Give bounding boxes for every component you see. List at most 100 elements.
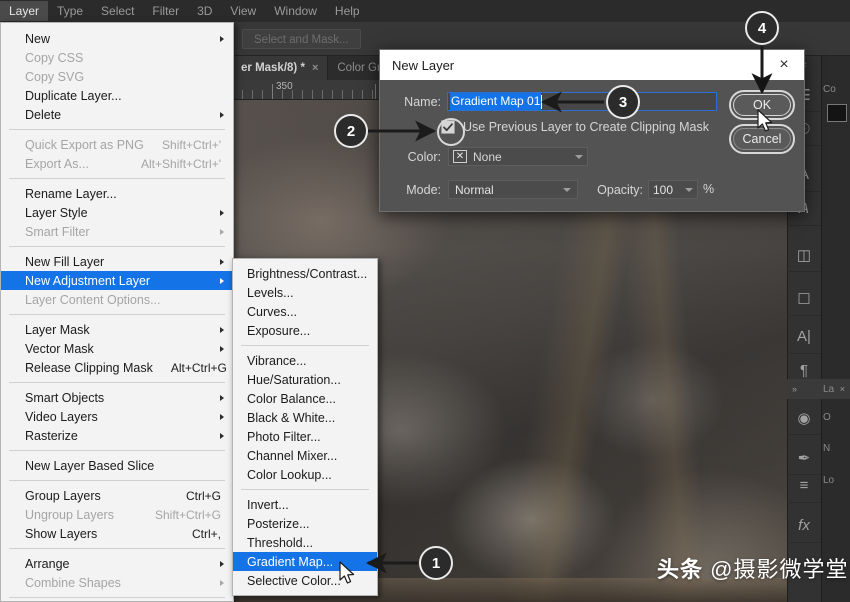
menu-item-layer-mask[interactable]: Layer Mask [1,320,233,339]
menu-item-new-layer-based-slice[interactable]: New Layer Based Slice [1,456,233,475]
menubar-item-type[interactable]: Type [48,1,92,21]
foreground-color-swatch[interactable] [827,104,847,122]
chevron-down-icon [563,187,571,192]
menu-item-copy-css[interactable]: Copy CSS [1,48,233,67]
chevron-right-icon [220,394,224,401]
chevron-right-icon [220,579,224,586]
menu-item-layer-content-options[interactable]: Layer Content Options... [1,290,233,309]
menu-item-combine-shapes[interactable]: Combine Shapes [1,573,233,592]
annotation-3: 3 [606,85,640,119]
menu-item-smart-objects[interactable]: Smart Objects [1,388,233,407]
menu-item-arrange[interactable]: Arrange [1,554,233,573]
menubar-item-window[interactable]: Window [265,1,326,21]
menu-item-label: Copy CSS [25,50,84,65]
chevron-right-icon [220,345,224,352]
clipping-mask-checkbox-row[interactable]: Use Previous Layer to Create Clipping Ma… [441,120,709,134]
menubar-item-3d[interactable]: 3D [188,1,221,21]
menu-item-ungroup-layers[interactable]: Ungroup Layers Shift+Ctrl+G [1,505,233,524]
menu-item-shortcut: Shift+Ctrl+G [154,507,221,522]
panel-expand-icon[interactable]: » [792,384,797,394]
menu-item-copy-svg[interactable]: Copy SVG [1,67,233,86]
menu-item-rasterize[interactable]: Rasterize [1,426,233,445]
menubar-item-select[interactable]: Select [92,1,143,21]
menubar-item-layer[interactable]: Layer [0,1,49,21]
chevron-right-icon [220,560,224,567]
cube-3d-icon[interactable]: ☐ [787,282,821,316]
blend-mode-select[interactable]: Normal [448,180,578,199]
menubar-item-help[interactable]: Help [326,1,369,21]
menu-separator [241,345,369,346]
close-icon[interactable]: × [312,62,318,74]
submenu-item-vibrance[interactable]: Vibrance... [233,351,377,370]
menu-item-shortcut: Ctrl+G [185,488,221,503]
align-A-icon[interactable]: A| [787,320,821,354]
submenu-item-exposure[interactable]: Exposure... [233,321,377,340]
menu-item-release-clipping-mask[interactable]: Release Clipping Mask Alt+Ctrl+G [1,358,233,377]
menu-item-label: Copy SVG [25,69,85,84]
submenu-item-invert[interactable]: Invert... [233,495,377,514]
adjustments-icon[interactable]: ◉ [787,401,821,435]
menubar-item-view[interactable]: View [221,1,265,21]
menu-item-group-layers[interactable]: Group Layers Ctrl+G [1,486,233,505]
menu-item-quick-export-png[interactable]: Quick Export as PNG Shift+Ctrl+' [1,135,233,154]
menu-bar: Layer Type Select Filter 3D View Window … [0,0,850,22]
menu-item-layer-style[interactable]: Layer Style [1,203,233,222]
layer-color-select[interactable]: ✕ None [448,147,588,166]
menu-item-duplicate-layer[interactable]: Duplicate Layer... [1,86,233,105]
submenu-item-color-balance[interactable]: Color Balance... [233,389,377,408]
close-icon[interactable]: × [772,53,796,77]
panel-close-icon[interactable]: × [840,384,845,394]
layer-menu: New Copy CSS Copy SVG Duplicate Layer...… [0,22,234,602]
submenu-item-hue-saturation[interactable]: Hue/Saturation... [233,370,377,389]
menu-item-new-fill-layer[interactable]: New Fill Layer [1,252,233,271]
menu-item-shortcut: Ctrl+, [191,526,221,541]
submenu-item-black-and-white[interactable]: Black & White... [233,408,377,427]
menu-item-label: Gradient Map... [247,554,334,569]
menu-item-label: Vibrance... [247,353,307,368]
menu-item-new[interactable]: New [1,29,233,48]
menubar-item-filter[interactable]: Filter [143,1,188,21]
dialog-title-bar[interactable]: New Layer × [380,50,804,80]
menu-item-smart-filter[interactable]: Smart Filter [1,222,233,241]
menu-item-rename-layer[interactable]: Rename Layer... [1,184,233,203]
menu-item-label: Posterize... [247,516,310,531]
panel-label-color: Co [823,84,836,95]
ruler-label: 350 [276,81,293,92]
menu-item-export-as[interactable]: Export As... Alt+Shift+Ctrl+' [1,154,233,173]
blend-mode-value: Normal [455,182,494,197]
select-and-mask-button[interactable]: Select and Mask... [242,29,361,49]
menu-item-label: Vector Mask [25,341,94,356]
menu-item-vector-mask[interactable]: Vector Mask [1,339,233,358]
menu-separator [9,178,225,179]
chevron-right-icon [220,432,224,439]
fx-icon[interactable]: fx [787,509,821,543]
opacity-input[interactable]: 100 [648,180,698,199]
submenu-item-curves[interactable]: Curves... [233,302,377,321]
submenu-item-levels[interactable]: Levels... [233,283,377,302]
submenu-item-channel-mixer[interactable]: Channel Mixer... [233,446,377,465]
levels-icon[interactable]: ≡ [787,469,821,503]
document-tab-active[interactable]: er Mask/8) * × [232,56,329,80]
menu-item-video-layers[interactable]: Video Layers [1,407,233,426]
document-tab-label: Color Gr [337,62,381,74]
submenu-item-color-lookup[interactable]: Color Lookup... [233,465,377,484]
menu-item-show-layers[interactable]: Show Layers Ctrl+, [1,524,233,543]
menu-item-delete[interactable]: Delete [1,105,233,124]
menu-item-label: Layer Content Options... [25,292,161,307]
layer-color-value: None [473,149,502,164]
menu-item-label: Group Layers [25,488,101,503]
menu-item-shortcut: Alt+Ctrl+G [170,360,227,375]
layer-name-input[interactable]: Gradient Map 01 [447,92,717,111]
menu-item-label: Black & White... [247,410,336,425]
menu-separator [241,489,369,490]
panel-label-normal: N [823,443,831,454]
chevron-down-icon [685,187,693,192]
layers-comp-icon[interactable]: ◫ [787,238,821,272]
submenu-item-posterize[interactable]: Posterize... [233,514,377,533]
menu-item-new-adjustment-layer[interactable]: New Adjustment Layer [1,271,233,290]
submenu-item-photo-filter[interactable]: Photo Filter... [233,427,377,446]
submenu-item-brightness-contrast[interactable]: Brightness/Contrast... [233,264,377,283]
far-right-panel [821,56,850,602]
submenu-item-threshold[interactable]: Threshold... [233,533,377,552]
menu-item-label: New Layer Based Slice [25,458,155,473]
